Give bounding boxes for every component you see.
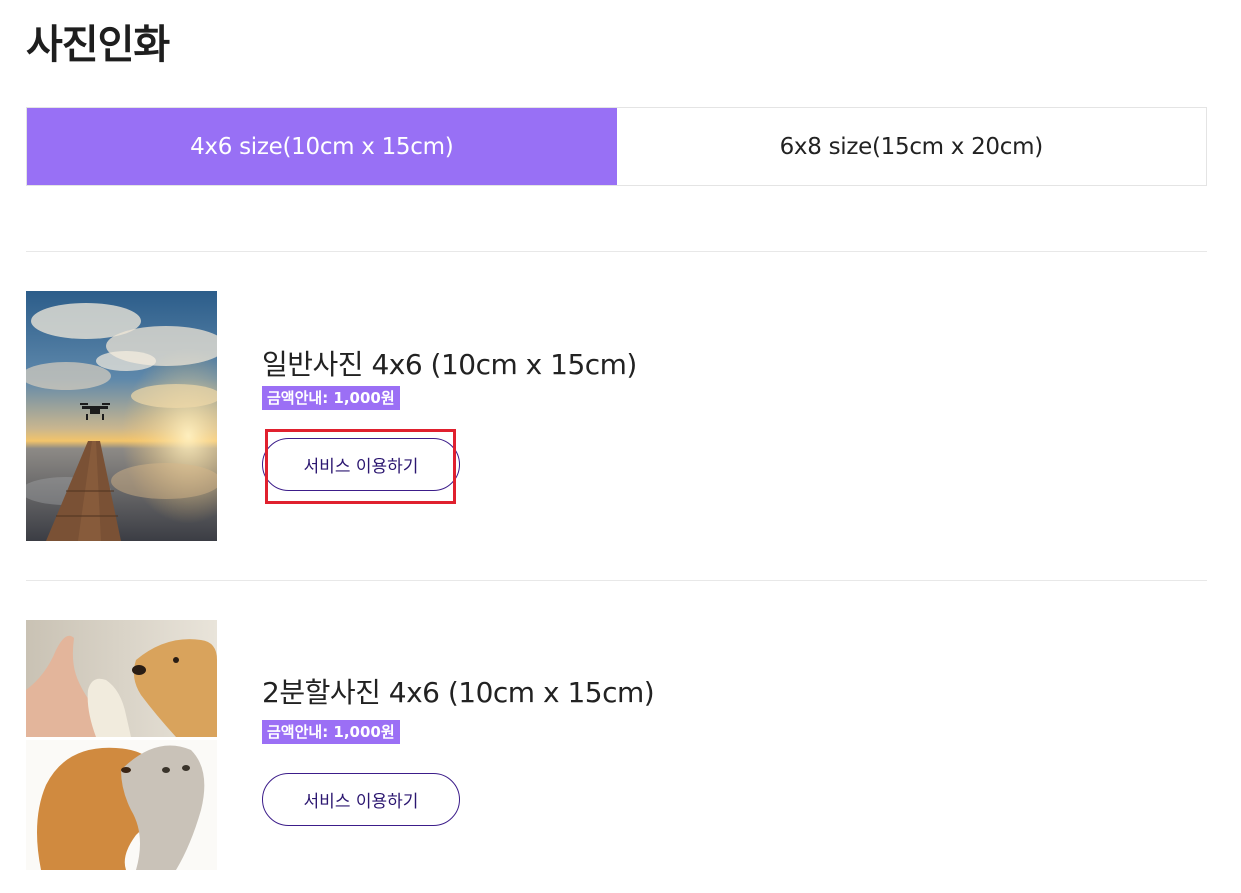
- price-badge: 금액안내: 1,000원: [262, 386, 400, 410]
- product-item-regular: 일반사진 4x6 (10cm x 15cm) 금액안내: 1,000원 서비스 …: [26, 291, 1207, 541]
- service-button[interactable]: 서비스 이용하기: [262, 773, 460, 826]
- photo-print-page: 사진인화 4x6 size(10cm x 15cm) 6x8 size(15cm…: [0, 0, 1241, 893]
- product-image-dog-kitten[interactable]: [26, 620, 217, 870]
- product-image-drone-pier[interactable]: [26, 291, 217, 541]
- product-item-split: 2분할사진 4x6 (10cm x 15cm) 금액안내: 1,000원 서비스…: [26, 620, 1207, 870]
- tab-6x8[interactable]: 6x8 size(15cm x 20cm): [616, 108, 1206, 185]
- service-button[interactable]: 서비스 이용하기: [262, 438, 460, 491]
- divider: [26, 580, 1207, 581]
- product-name: 2분할사진 4x6 (10cm x 15cm): [262, 676, 655, 709]
- size-tabs: 4x6 size(10cm x 15cm) 6x8 size(15cm x 20…: [26, 107, 1207, 186]
- product-name: 일반사진 4x6 (10cm x 15cm): [262, 348, 637, 381]
- tab-4x6[interactable]: 4x6 size(10cm x 15cm): [27, 108, 617, 185]
- divider: [26, 251, 1207, 252]
- page-title: 사진인화: [26, 22, 170, 68]
- price-badge: 금액안내: 1,000원: [262, 720, 400, 744]
